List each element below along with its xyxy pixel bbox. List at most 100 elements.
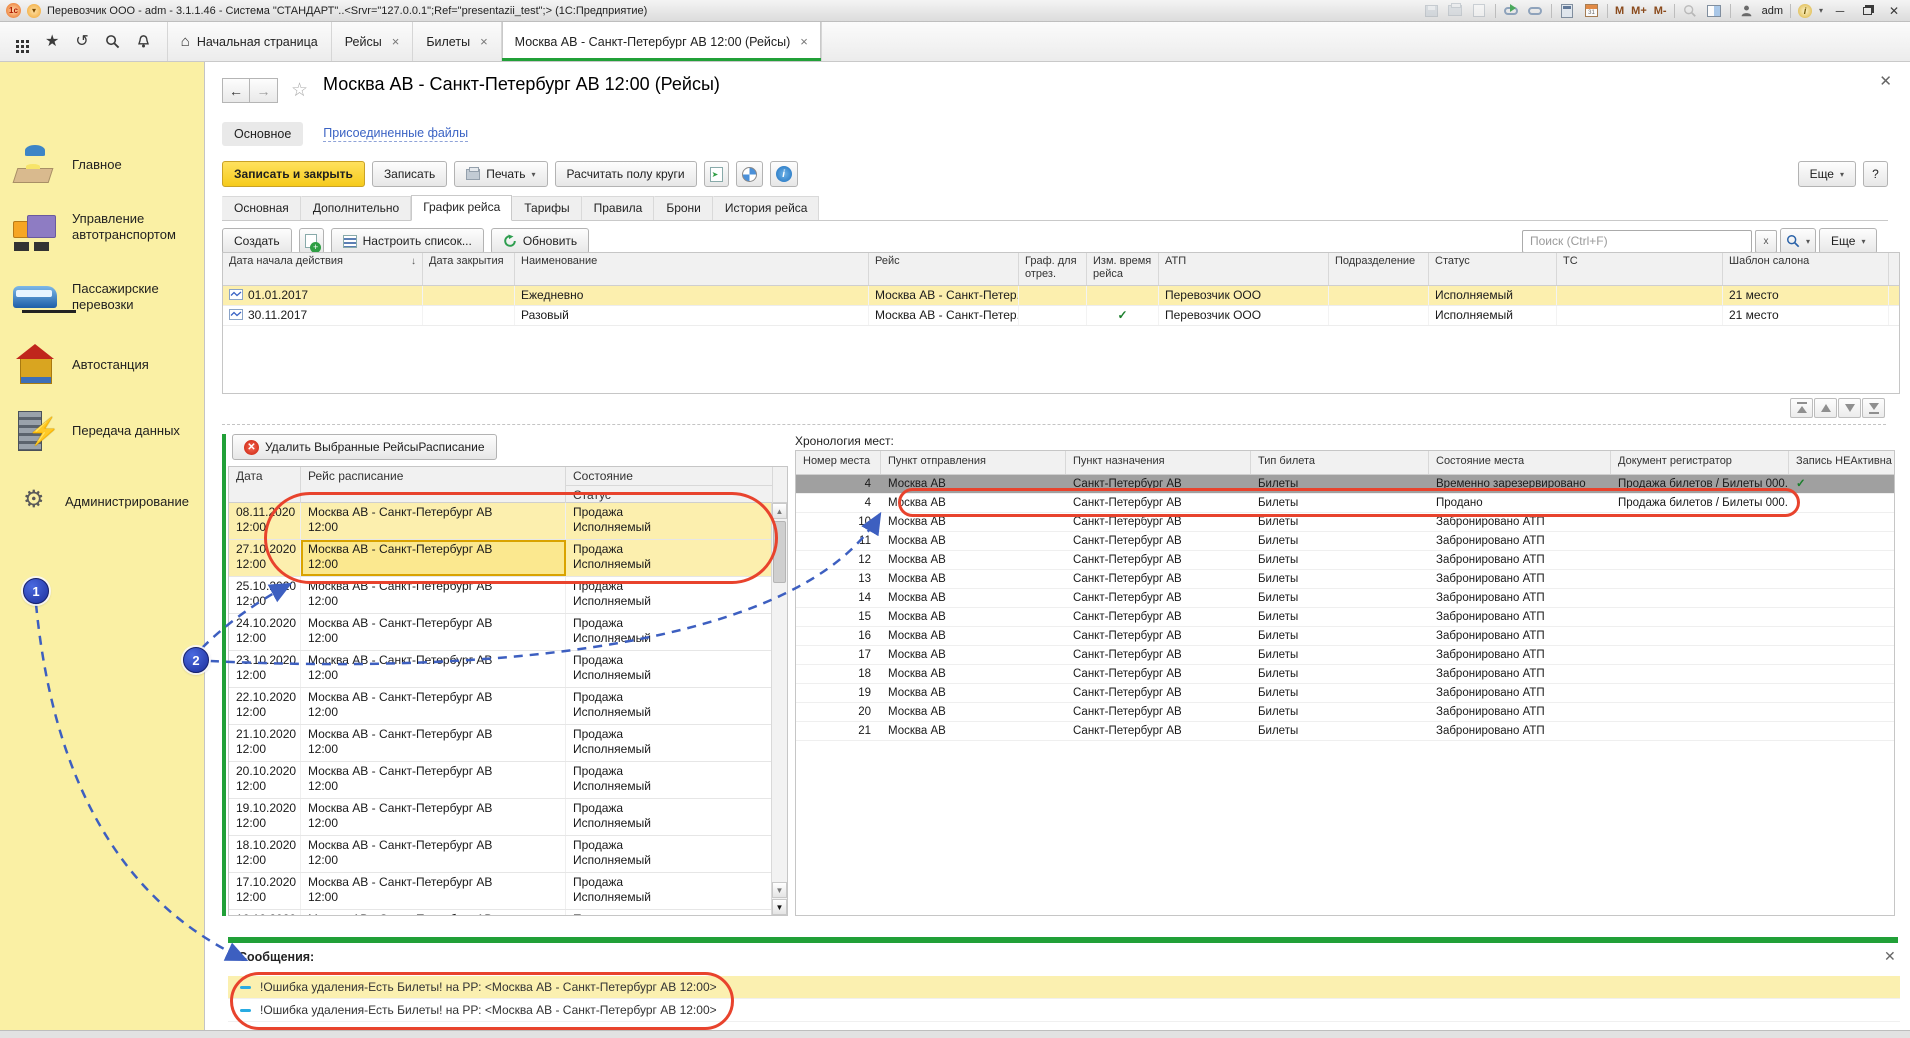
main-menu-icon[interactable] [16,40,19,43]
calculator-icon[interactable] [1559,3,1576,19]
nav-main-link[interactable]: Основное [222,122,303,146]
message-row[interactable]: !Ошибка удаления-Есть Билеты! на РР: <Мо… [228,976,1900,999]
sidebar-item[interactable]: Автостанция [12,342,202,388]
trip-row[interactable]: 17.10.202012:00 Москва АВ - Санкт-Петерб… [229,873,773,910]
save-icon[interactable] [1423,3,1440,19]
tab-home[interactable]: ⌂ Начальная страница [167,22,332,61]
get-link-icon[interactable] [1503,3,1520,19]
trip-row[interactable]: 23.10.202012:00 Москва АВ - Санкт-Петерб… [229,651,773,688]
trip-row[interactable]: 25.10.202012:00 Москва АВ - Санкт-Петерб… [229,577,773,614]
form-tab[interactable]: Правила [582,196,655,220]
global-search-icon[interactable] [105,34,120,50]
sidebar-item[interactable]: Главное [12,142,202,188]
move-to-top-button[interactable] [1790,398,1813,418]
info-menu-icon[interactable]: i [1798,4,1812,18]
split-window-icon[interactable] [1706,3,1723,19]
print-icon[interactable] [1447,3,1464,19]
seat-row[interactable]: 20 Москва АВ Санкт-Петербург АВ Билеты З… [796,703,1894,722]
back-button[interactable]: ← [222,78,250,103]
tab-reisy[interactable]: Рейсы × [332,22,414,61]
column-header[interactable]: Подразделение [1329,253,1429,285]
column-header[interactable]: Пункт отправления [881,451,1066,474]
close-messages-icon[interactable]: ✕ [1884,948,1896,965]
vertical-scrollbar[interactable]: ▲ ▼ ▼ [771,503,787,916]
minimize-button[interactable]: ─ [1830,3,1850,19]
favorite-star-icon[interactable]: ☆ [291,79,308,102]
info-button[interactable]: i [770,161,798,187]
trip-row[interactable]: 27.10.202012:00 Москва АВ - Санкт-Петерб… [229,540,773,577]
seat-row[interactable]: 11 Москва АВ Санкт-Петербург АВ Билеты З… [796,532,1894,551]
scroll-down-button[interactable]: ▼ [772,882,787,898]
column-header[interactable]: Наименование [515,253,869,285]
seat-row[interactable]: 17 Москва АВ Санкт-Петербург АВ Билеты З… [796,646,1894,665]
seat-row[interactable]: 4 Москва АВ Санкт-Петербург АВ Билеты Вр… [796,475,1894,494]
form-tab[interactable]: История рейса [713,196,820,220]
close-tab-icon[interactable]: × [800,34,808,49]
calc-semicircles-button[interactable]: Расчитать полу круги [555,161,697,187]
memory-subtract-button[interactable]: М- [1654,5,1667,17]
timing-pie-button[interactable] [736,161,763,187]
zoom-icon[interactable] [1682,3,1699,19]
seat-row[interactable]: 18 Москва АВ Санкт-Петербург АВ Билеты З… [796,665,1894,684]
column-header[interactable]: Запись НЕАктивна [1789,451,1895,474]
info-caret-icon[interactable]: ▾ [1819,6,1823,15]
scroll-thumb[interactable] [773,521,786,583]
export-document-button[interactable] [704,161,729,187]
scroll-up-button[interactable]: ▲ [772,503,787,519]
forward-button[interactable]: → [250,78,278,103]
save-and-close-button[interactable]: Записать и закрыть [222,161,365,187]
sidebar-item[interactable]: Передача данных [12,408,202,454]
more-button[interactable]: Еще▾ [1798,161,1856,187]
close-tab-icon[interactable]: × [392,34,400,49]
trip-row[interactable]: 16.10.202012:00 Москва АВ - Санкт-Петерб… [229,910,773,916]
form-tab[interactable]: График рейса [411,195,512,221]
column-header[interactable]: Состояние места [1429,451,1611,474]
seat-row[interactable]: 10 Москва АВ Санкт-Петербург АВ Билеты З… [796,513,1894,532]
sidebar-item[interactable]: Пассажирские перевозки [12,274,202,320]
configure-list-button[interactable]: Настроить список... [331,228,484,254]
list-more-button[interactable]: Еще▾ [1819,228,1877,254]
memory-recall-button[interactable]: М [1615,5,1624,17]
refresh-button[interactable]: Обновить [491,228,589,254]
seat-row[interactable]: 13 Москва АВ Санкт-Петербург АВ Билеты З… [796,570,1894,589]
column-header[interactable]: Тип билета [1251,451,1429,474]
sidebar-item[interactable]: Администрирование [12,487,202,517]
history-icon[interactable]: ↺ [75,34,88,50]
save-button[interactable]: Записать [372,161,447,187]
panel-splitter[interactable] [222,424,1886,425]
create-button[interactable]: Создать [222,228,292,254]
column-header[interactable]: Статус [1429,253,1557,285]
seat-row[interactable]: 14 Москва АВ Санкт-Петербург АВ Билеты З… [796,589,1894,608]
seat-row[interactable]: 15 Москва АВ Санкт-Петербург АВ Билеты З… [796,608,1894,627]
form-tab[interactable]: Тарифы [512,196,581,220]
column-header[interactable]: Пункт назначения [1066,451,1251,474]
create-copy-button[interactable] [299,228,324,254]
column-header[interactable]: Рейс [869,253,1019,285]
form-tab[interactable]: Брони [654,196,713,220]
column-header[interactable]: Дата начала действия↓ [223,253,423,285]
seat-row[interactable]: 12 Москва АВ Санкт-Петербург АВ Билеты З… [796,551,1894,570]
column-header[interactable]: Изм. время рейса [1087,253,1159,285]
attached-files-link[interactable]: Присоединенные файлы [323,126,468,142]
go-to-link-icon[interactable] [1527,3,1544,19]
trip-row[interactable]: 24.10.202012:00 Москва АВ - Санкт-Петерб… [229,614,773,651]
column-header[interactable]: Дата [229,467,301,504]
print-button[interactable]: Печать ▾ [454,161,547,187]
close-tab-icon[interactable]: × [480,34,488,49]
form-tab[interactable]: Основная [222,196,301,220]
message-row[interactable]: !Ошибка удаления-Есть Билеты! на РР: <Мо… [228,999,1900,1022]
move-to-bottom-button[interactable] [1862,398,1885,418]
move-down-button[interactable] [1838,398,1861,418]
print-preview-icon[interactable] [1471,3,1488,19]
quick-menu-icon[interactable]: ▾ [27,4,41,18]
seat-row[interactable]: 4 Москва АВ Санкт-Петербург АВ Билеты Пр… [796,494,1894,513]
column-header[interactable]: Шаблон салона [1723,253,1889,285]
trip-row[interactable]: 20.10.202012:00 Москва АВ - Санкт-Петерб… [229,762,773,799]
calendar-icon[interactable]: 31 [1583,3,1600,19]
form-tab[interactable]: Дополнительно [301,196,411,220]
close-form-icon[interactable]: ✕ [1879,72,1892,90]
column-header[interactable]: Номер места [796,451,881,474]
clear-search-button[interactable]: x [1755,230,1777,253]
tab-bilety[interactable]: Билеты × [413,22,501,61]
column-header[interactable]: ТС [1557,253,1723,285]
